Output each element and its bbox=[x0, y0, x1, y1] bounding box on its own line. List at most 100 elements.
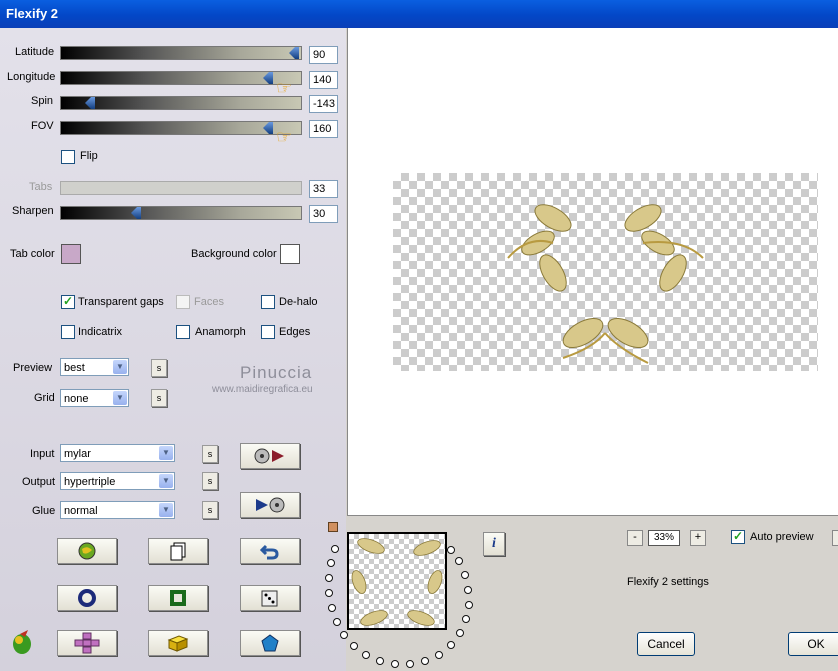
input-select[interactable]: mylar ▼ bbox=[60, 444, 175, 462]
indicatrix-checkbox[interactable] bbox=[61, 325, 75, 339]
output-select[interactable]: hypertriple ▼ bbox=[60, 472, 175, 490]
zoom-out-button[interactable]: - bbox=[627, 530, 643, 546]
navigator-ring-dot bbox=[465, 601, 473, 609]
randomize-button[interactable] bbox=[57, 538, 117, 564]
preview-s-button[interactable]: s bbox=[151, 359, 167, 377]
reset-button[interactable] bbox=[57, 585, 117, 611]
indicatrix-label: Indicatrix bbox=[78, 326, 123, 338]
chevron-down-icon: ▼ bbox=[159, 503, 173, 517]
fov-slider-thumb[interactable] bbox=[263, 122, 273, 134]
preview-quality-select[interactable]: best ▼ bbox=[60, 358, 129, 376]
preview-label: Preview bbox=[13, 362, 53, 374]
preview-canvas[interactable] bbox=[347, 28, 838, 516]
random-dice-button[interactable] bbox=[240, 585, 300, 611]
navigator-ring-dot bbox=[447, 641, 455, 649]
longitude-slider[interactable] bbox=[60, 71, 302, 85]
glue-s-button[interactable]: s bbox=[202, 501, 218, 519]
undo-icon bbox=[260, 544, 279, 560]
grid-select[interactable]: none ▼ bbox=[60, 389, 129, 407]
signature-name: Pinuccia bbox=[240, 363, 313, 382]
sharpen-slider[interactable] bbox=[60, 206, 302, 220]
navigator-ring-dot bbox=[455, 557, 463, 565]
frame-icon bbox=[170, 590, 186, 606]
de-halo-label: De-halo bbox=[279, 296, 318, 308]
navigator-ring-dot bbox=[456, 629, 464, 637]
glue-value: normal bbox=[64, 505, 98, 517]
cancel-button[interactable]: Cancel bbox=[637, 632, 695, 656]
transparent-gaps-label: Transparent gaps bbox=[78, 296, 164, 308]
navigator-ring-dot bbox=[331, 545, 339, 553]
auto-preview-checkbox[interactable] bbox=[731, 529, 745, 544]
de-halo-checkbox[interactable] bbox=[261, 295, 275, 309]
sharpen-slider-thumb[interactable] bbox=[131, 207, 141, 219]
pointing-hand-icon: ☞ bbox=[276, 127, 293, 147]
navigator-ring-dot bbox=[340, 631, 348, 639]
anamorph-label: Anamorph bbox=[195, 326, 246, 338]
tabs-value-field[interactable]: 33 bbox=[309, 180, 338, 198]
transparent-gaps-checkbox[interactable] bbox=[61, 294, 75, 309]
spin-slider[interactable] bbox=[60, 96, 302, 110]
fov-value-field[interactable]: 160 bbox=[309, 120, 338, 138]
dice-icon bbox=[261, 590, 278, 607]
spin-slider-thumb[interactable] bbox=[85, 97, 95, 109]
block-button[interactable] bbox=[148, 630, 208, 656]
load-input-button[interactable] bbox=[240, 443, 300, 469]
thumbnail-drag-handle[interactable] bbox=[328, 522, 338, 532]
fov-slider[interactable] bbox=[60, 121, 302, 135]
background-color-swatch[interactable] bbox=[280, 244, 300, 264]
navigator-ring-dot bbox=[464, 586, 472, 594]
yellow-block-icon bbox=[167, 635, 189, 652]
save-output-button[interactable] bbox=[240, 492, 300, 518]
glue-select[interactable]: normal ▼ bbox=[60, 501, 175, 519]
copy-button[interactable] bbox=[148, 538, 208, 564]
flip-label: Flip bbox=[80, 150, 98, 162]
navigator-ring-dot bbox=[362, 651, 370, 659]
grid-s-button[interactable]: s bbox=[151, 389, 167, 407]
window-title: Flexify 2 bbox=[6, 6, 59, 21]
sharpen-value-field[interactable]: 30 bbox=[309, 205, 338, 223]
navigator-ring-dot bbox=[435, 651, 443, 659]
navigator-ring-dot bbox=[350, 642, 358, 650]
chevron-down-icon: ▼ bbox=[113, 360, 127, 374]
anamorph-checkbox[interactable] bbox=[176, 325, 190, 339]
spin-value-field[interactable]: -143 bbox=[309, 95, 338, 113]
tabs-slider bbox=[60, 181, 302, 195]
flip-checkbox[interactable] bbox=[61, 150, 75, 164]
navigator-ring-dot bbox=[447, 546, 455, 554]
ok-button[interactable]: OK bbox=[788, 632, 838, 656]
pentagon-button[interactable] bbox=[240, 630, 300, 656]
auto-preview-label: Auto preview bbox=[750, 531, 814, 543]
info-button[interactable]: i bbox=[483, 532, 505, 556]
undo-button[interactable] bbox=[240, 538, 300, 564]
navigator-ring-dot bbox=[421, 657, 429, 665]
latitude-slider[interactable] bbox=[60, 46, 302, 60]
ring-icon bbox=[78, 589, 96, 607]
navigator-ring-dot bbox=[333, 618, 341, 626]
navigator-thumbnail[interactable] bbox=[347, 532, 447, 630]
latitude-slider-thumb[interactable] bbox=[289, 47, 299, 59]
input-s-button[interactable]: s bbox=[202, 445, 218, 463]
title-bar: Flexify 2 bbox=[0, 0, 838, 28]
copy-icon bbox=[170, 542, 186, 561]
longitude-value-field[interactable]: 140 bbox=[309, 71, 338, 89]
output-s-button[interactable]: s bbox=[202, 472, 218, 490]
zoom-in-button[interactable]: + bbox=[690, 530, 706, 546]
tab-color-swatch[interactable] bbox=[61, 244, 81, 264]
frame-button[interactable] bbox=[148, 585, 208, 611]
more-button[interactable] bbox=[832, 530, 838, 546]
latitude-value-field[interactable]: 90 bbox=[309, 46, 338, 64]
tiles-button[interactable] bbox=[57, 630, 117, 656]
blue-pentagon-icon bbox=[261, 634, 279, 652]
preview-quality-value: best bbox=[64, 362, 85, 374]
globe-icon bbox=[78, 542, 96, 560]
zoom-level-field[interactable]: 33% bbox=[648, 530, 680, 546]
navigator-ring-dot bbox=[325, 574, 333, 582]
navigator-ring-dot bbox=[406, 660, 414, 668]
grid-value: none bbox=[64, 393, 89, 405]
disc-play-icon bbox=[254, 448, 284, 464]
tab-color-label: Tab color bbox=[10, 248, 55, 260]
settings-name-label: Flexify 2 settings bbox=[627, 576, 709, 588]
longitude-slider-thumb[interactable] bbox=[263, 72, 273, 84]
chevron-down-icon: ▼ bbox=[159, 446, 173, 460]
edges-checkbox[interactable] bbox=[261, 325, 275, 339]
